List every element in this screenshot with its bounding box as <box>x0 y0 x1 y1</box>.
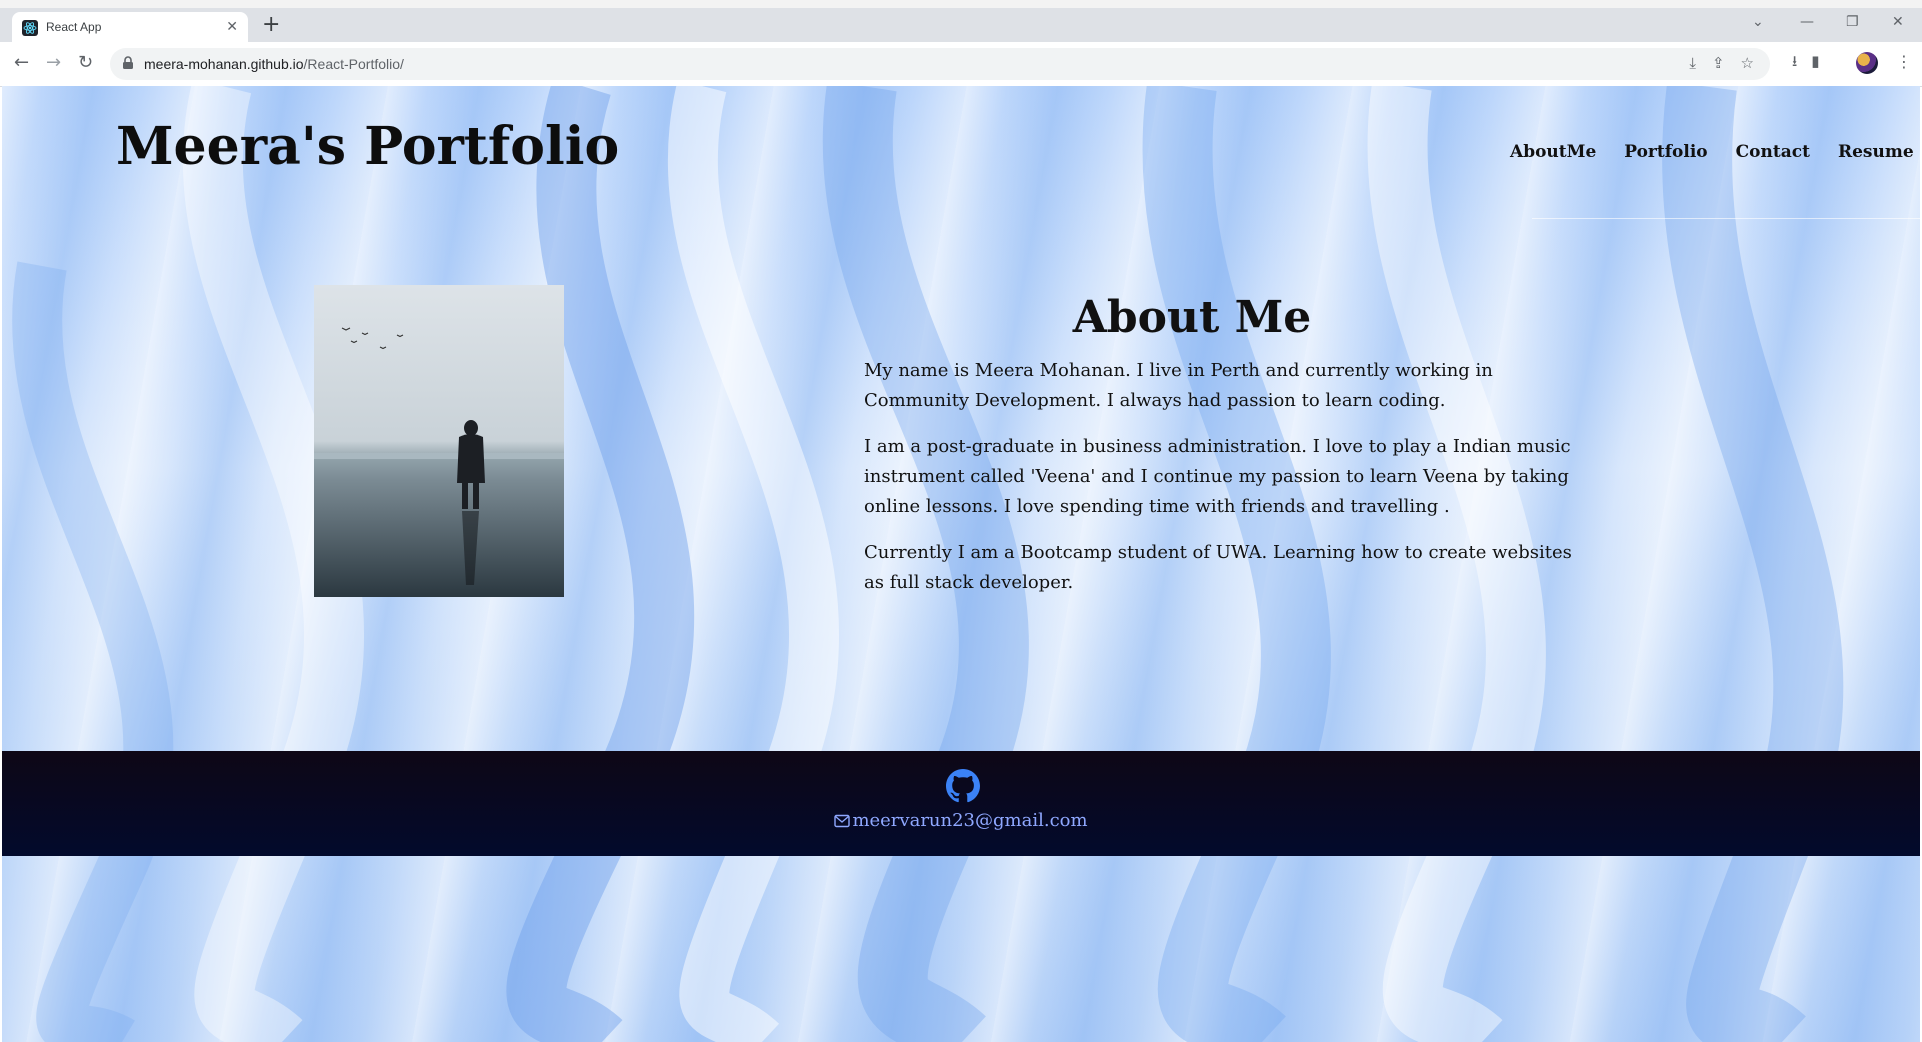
about-paragraph-2: I am a post-graduate in business adminis… <box>864 436 1571 517</box>
bookmark-star-icon[interactable]: ☆ <box>1741 54 1754 72</box>
minimize-icon[interactable]: — <box>1800 14 1814 30</box>
browser-toolbar: ← → ↻ meera-mohanan.github.io/React-Port… <box>0 42 1922 87</box>
back-icon[interactable]: ← <box>14 52 29 73</box>
email-link[interactable]: meervarun23@gmail.com <box>852 810 1087 831</box>
nav-portfolio[interactable]: Portfolio <box>1624 142 1707 162</box>
lock-icon <box>123 56 133 69</box>
side-panel-icon[interactable]: ▮ <box>1811 52 1819 70</box>
mail-icon <box>834 814 851 828</box>
address-bar[interactable]: meera-mohanan.github.io/React-Portfolio/… <box>110 48 1770 80</box>
profile-avatar[interactable] <box>1856 52 1878 74</box>
main-nav: AboutMe Portfolio Contact Resume <box>1510 142 1914 162</box>
tab-search-icon[interactable]: ⌄ <box>1752 14 1764 30</box>
restore-icon[interactable]: ❐ <box>1846 14 1859 30</box>
about-paragraph-1: My name is Meera Mohanan. I live in Pert… <box>864 360 1493 411</box>
nav-contact[interactable]: Contact <box>1736 142 1810 162</box>
share-icon[interactable]: ⇪ <box>1712 54 1725 72</box>
browser-menu-icon[interactable]: ⋮ <box>1896 52 1912 71</box>
nav-about-me[interactable]: AboutMe <box>1510 142 1596 162</box>
browser-tabstrip: React App ✕ + ⌄ — ❐ ✕ <box>0 0 1922 42</box>
site-footer: meervarun23@gmail.com <box>2 751 1920 856</box>
url-path: /React-Portfolio/ <box>303 56 404 72</box>
page-viewport: Meera's Portfolio AboutMe Portfolio Contac… <box>2 86 1920 1042</box>
email-row: meervarun23@gmail.com <box>2 810 1920 831</box>
tab-title: React App <box>46 20 102 34</box>
github-icon[interactable] <box>946 769 980 803</box>
reload-icon[interactable]: ↻ <box>78 52 93 73</box>
omnibox-actions: ⤓ ⇪ ☆ <box>1689 54 1770 72</box>
react-favicon-icon <box>22 20 38 36</box>
url-text: meera-mohanan.github.io/React-Portfolio/ <box>144 56 404 72</box>
nav-resume[interactable]: Resume <box>1838 142 1914 162</box>
close-window-icon[interactable]: ✕ <box>1892 14 1904 30</box>
browser-tab[interactable]: React App ✕ <box>12 12 248 42</box>
downloads-icon[interactable]: ⭳ <box>1792 51 1797 76</box>
about-heading: About Me <box>1072 292 1312 343</box>
toolbar-actions: ⭳ ▮ <box>1792 51 1834 76</box>
install-app-icon[interactable]: ⤓ <box>1689 54 1696 72</box>
about-paragraph-3: Currently I am a Bootcamp student of UWA… <box>864 542 1572 593</box>
tab-close-icon[interactable]: ✕ <box>226 18 238 35</box>
forward-icon[interactable]: → <box>46 52 61 73</box>
url-host: meera-mohanan.github.io <box>144 56 304 72</box>
site-title: Meera's Portfolio <box>116 116 620 177</box>
header-divider <box>1532 218 1920 219</box>
about-text: My name is Meera Mohanan. I live in Pert… <box>864 356 1594 614</box>
new-tab-icon[interactable]: + <box>262 12 280 37</box>
profile-photo <box>314 285 564 597</box>
